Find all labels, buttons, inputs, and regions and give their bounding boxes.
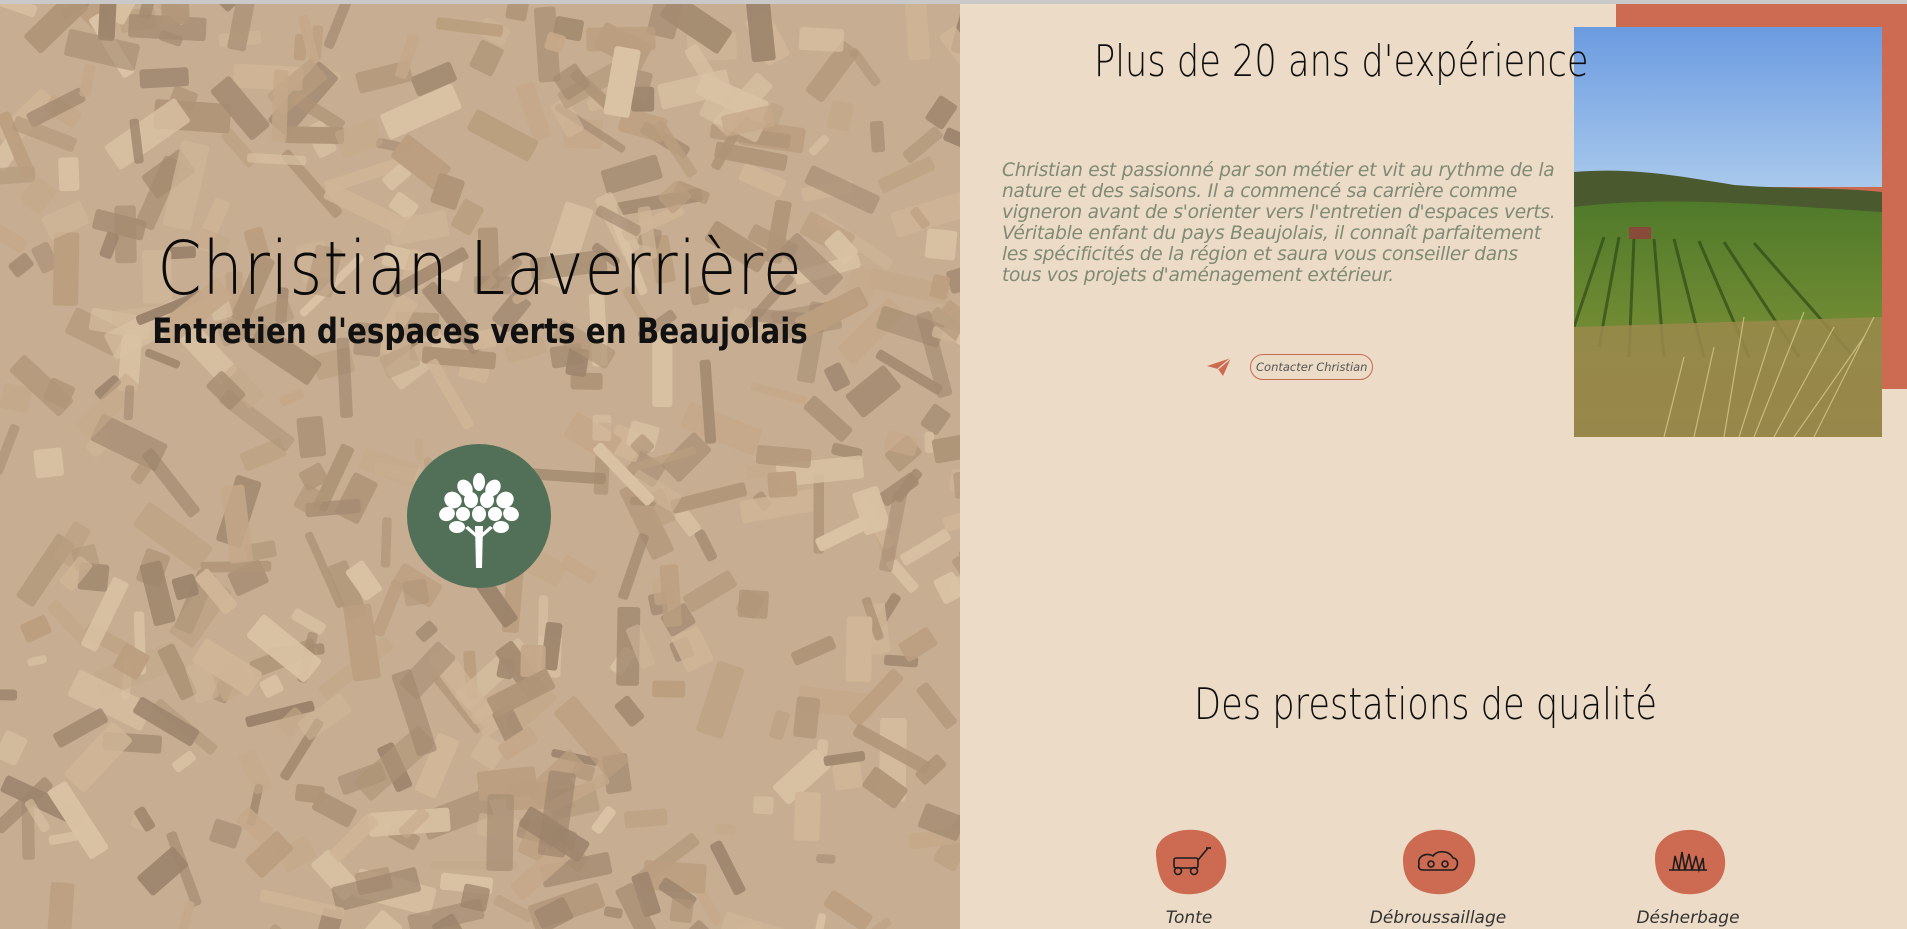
hero-title: Christian Laverrière	[157, 226, 803, 312]
about-paragraph: Christian est passionné par son métier e…	[1002, 160, 1556, 286]
tree-icon	[439, 473, 519, 568]
service-label: Désherbage	[1636, 908, 1740, 928]
service-label: Débroussaillage	[1369, 908, 1507, 928]
vineyard-photo	[1574, 27, 1882, 437]
service-tonte[interactable]: Tonte	[1089, 826, 1289, 928]
hero-subtitle: Entretien d'espaces verts en Beaujolais	[152, 312, 808, 352]
service-icon-badge	[1397, 826, 1479, 898]
service-label: Tonte	[1165, 908, 1213, 928]
contact-row: Contacter Christian	[1206, 353, 1374, 381]
service-desherbage[interactable]: Désherbage	[1588, 826, 1788, 928]
experience-title: Plus de 20 ans d'expérience	[1094, 36, 1589, 87]
content-section: Plus de 20 ans d'expérience Christian es…	[960, 4, 1907, 929]
service-icon-badge	[1647, 826, 1729, 898]
logo	[407, 444, 551, 588]
services-title: Des prestations de qualité	[1194, 679, 1658, 730]
service-debroussaillage[interactable]: Débroussaillage	[1338, 826, 1538, 928]
contact-button[interactable]: Contacter Christian	[1250, 354, 1374, 380]
vineyard-landscape-image	[1574, 27, 1882, 437]
paper-plane-icon	[1206, 357, 1232, 377]
service-icon-badge	[1148, 826, 1230, 898]
hero-section: Christian Laverrière Entretien d'espaces…	[0, 4, 960, 929]
